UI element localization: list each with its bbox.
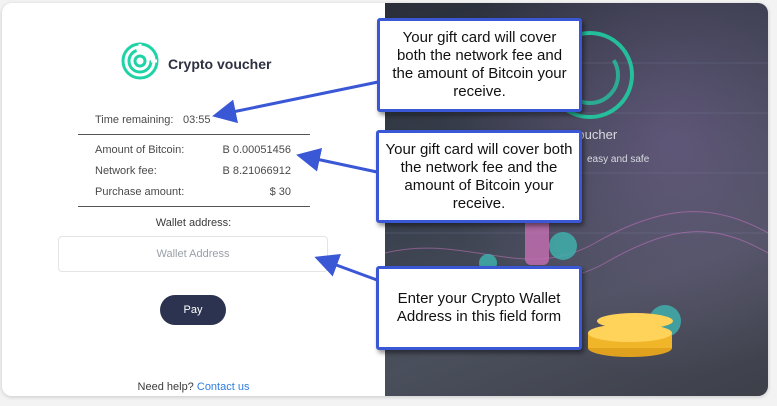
callout-box: Your gift card will cover both the netwo… <box>376 130 582 223</box>
callout-arrow <box>212 80 379 124</box>
callout-box: Your gift card will cover both the netwo… <box>377 18 582 112</box>
callout-box: Enter your Crypto Wallet Address in this… <box>376 266 582 350</box>
callout-text: Your gift card will cover both the netwo… <box>392 29 567 100</box>
callout-text: Enter your Crypto Wallet Address in this… <box>396 290 562 325</box>
callout-text: Your gift card will cover both the netwo… <box>385 140 573 212</box>
callout-arrow <box>314 253 378 282</box>
callout-arrow <box>296 148 378 174</box>
